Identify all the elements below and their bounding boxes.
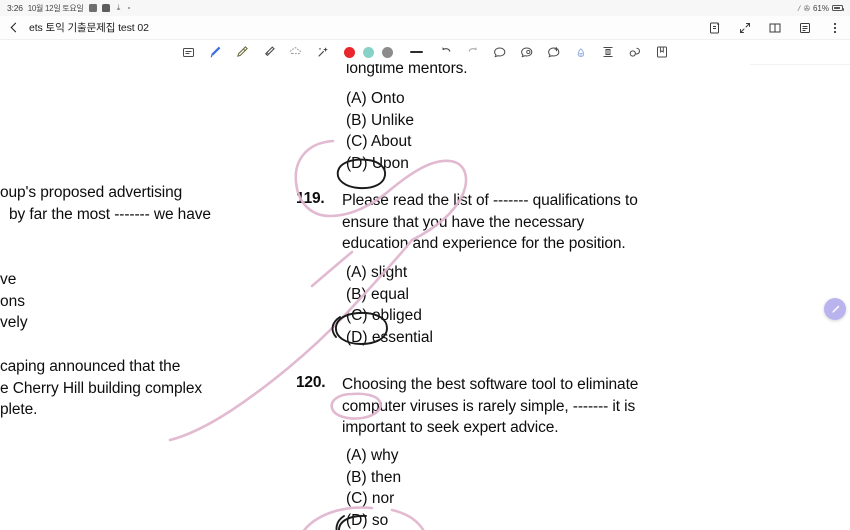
- left-clipped-para-2: e Cherry Hill building complex: [0, 379, 203, 397]
- stroke-thickness[interactable]: [409, 50, 423, 54]
- title-bar-left: ets 토익 기출문제집 test 02: [8, 20, 149, 35]
- dot-icon: [127, 7, 130, 9]
- question-119-text: Please read the list of ------- qualific…: [342, 190, 638, 255]
- pen-icon[interactable]: [202, 41, 229, 63]
- highlighter-icon[interactable]: [229, 41, 256, 63]
- shape-icon[interactable]: [622, 41, 649, 63]
- color-teal[interactable]: [362, 46, 374, 58]
- more-options-icon[interactable]: [828, 21, 842, 35]
- document-title: ets 토익 기출문제집 test 02: [29, 22, 149, 34]
- question-119-option-a: (A) slight: [346, 264, 408, 281]
- bookmark-icon[interactable]: [649, 41, 676, 63]
- chat-icon: [88, 4, 97, 12]
- question-120-option-c: (C) nor: [346, 490, 395, 507]
- question-119-line-3: education and experience for the positio…: [342, 235, 626, 253]
- text-select-icon[interactable]: [595, 41, 622, 63]
- status-time: 3:26: [7, 3, 23, 13]
- title-bar: ets 토익 기출문제집 test 02: [0, 16, 850, 40]
- question-120-line-2: computer viruses is rarely simple, -----…: [342, 397, 636, 415]
- mute-icon: /: [797, 3, 802, 13]
- title-bar-actions: [708, 21, 842, 35]
- question-120-option-d: (D) so: [346, 511, 389, 529]
- left-clipped-para-1: caping announced that the: [0, 358, 181, 375]
- question-120-option-b: (B) then: [346, 468, 402, 486]
- pen-fab[interactable]: [824, 298, 846, 320]
- lasso-select-icon[interactable]: [283, 41, 310, 63]
- annotation-toolbar: [0, 40, 850, 64]
- redo-icon[interactable]: [460, 41, 487, 63]
- page-left: oup's proposed advertising by far the mo…: [0, 64, 264, 530]
- text-highlight-icon[interactable]: [568, 41, 595, 63]
- status-bar: 3:26 10월 12일 토요일 ⤓ / ✇ 61%: [0, 0, 850, 16]
- comment-add-icon[interactable]: [514, 41, 541, 63]
- document-viewport[interactable]: oup's proposed advertising by far the mo…: [0, 64, 850, 530]
- undo-icon[interactable]: [433, 41, 460, 63]
- left-clipped-para-3: plete.: [0, 401, 38, 419]
- question-119-number: 119.: [296, 190, 325, 207]
- comment-icon[interactable]: [487, 41, 514, 63]
- notes-icon[interactable]: [798, 21, 812, 35]
- left-clipped-line-1: oup's proposed advertising: [0, 184, 183, 201]
- page-gutter: [264, 64, 290, 530]
- question-119-line-1: Please read the list of ------- qualific…: [342, 192, 638, 209]
- color-swatches: [337, 46, 400, 58]
- question-120-line-3: important to seek expert advice.: [342, 419, 559, 437]
- question-120-text: Choosing the best software tool to elimi…: [342, 374, 638, 439]
- question-120-option-a: (A) why: [346, 447, 399, 464]
- sticky-note-icon[interactable]: [175, 41, 202, 63]
- color-red[interactable]: [343, 46, 355, 58]
- two-page-view-icon[interactable]: [768, 21, 782, 35]
- color-gray[interactable]: [381, 46, 393, 58]
- question-119-line-2: ensure that you have the necessary: [342, 213, 585, 231]
- question-120-number: 120.: [296, 374, 326, 391]
- question-118-option-c: (C) About: [346, 133, 412, 150]
- export-icon[interactable]: [708, 21, 722, 35]
- question-120-line-1: Choosing the best software tool to elimi…: [342, 376, 639, 393]
- left-clipped-option-3: vely: [0, 314, 28, 331]
- battery-icon: [832, 5, 845, 11]
- question-119-option-c: (C) obliged: [346, 307, 422, 324]
- question-118-tail: longtime mentors.: [346, 64, 468, 77]
- expand-icon[interactable]: [738, 21, 752, 35]
- status-bar-left: 3:26 10월 12일 토요일 ⤓: [7, 3, 130, 14]
- eraser-icon[interactable]: [256, 41, 283, 63]
- comment-check-icon[interactable]: [541, 41, 568, 63]
- magic-wand-icon[interactable]: [310, 41, 337, 63]
- download-icon: ⤓: [116, 3, 121, 12]
- question-118-option-d: (D) Upon: [346, 154, 409, 172]
- question-119-option-d: (D) essential: [346, 328, 433, 346]
- left-clipped-option-2: ons: [0, 292, 25, 310]
- shopping-bag-icon: [101, 4, 110, 12]
- status-date: 10월 12일 토요일: [27, 3, 84, 13]
- back-icon[interactable]: [8, 22, 20, 34]
- question-119-option-b: (B) equal: [346, 285, 409, 303]
- question-118-option-b: (B) Unlike: [346, 111, 415, 129]
- page-right: longtime mentors. (A) Onto (B) Unlike (C…: [290, 64, 750, 530]
- battery-percent: 61%: [812, 3, 829, 13]
- status-bar-right: / ✇ 61%: [797, 3, 845, 13]
- wifi-icon: ✇: [803, 3, 810, 13]
- left-clipped-line-2: by far the most ------- we have: [9, 205, 211, 223]
- left-clipped-option-1: ve: [0, 271, 17, 288]
- question-118-option-a: (A) Onto: [346, 90, 405, 107]
